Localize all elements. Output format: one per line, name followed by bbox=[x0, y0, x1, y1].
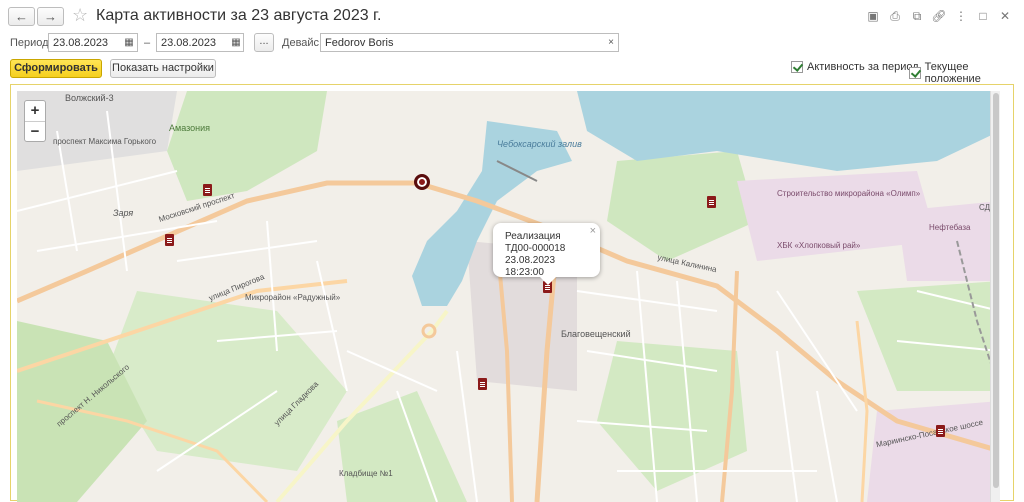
filters-row: Период: 23.08.2023 ▦ – 23.08.2023 ▦ ... … bbox=[0, 32, 1024, 54]
date-from-value: 23.08.2023 bbox=[53, 37, 109, 49]
map-tiles bbox=[17, 91, 1000, 502]
map-label: Амазония bbox=[169, 123, 210, 133]
current-position-marker-icon[interactable] bbox=[414, 174, 430, 190]
map-label: Волжский-3 bbox=[65, 93, 114, 103]
checkbox-checked-icon bbox=[791, 61, 803, 73]
device-field[interactable]: Fedorov Boris bbox=[320, 33, 619, 52]
checkbox-checked-icon bbox=[909, 67, 921, 79]
document-marker-icon[interactable] bbox=[936, 425, 945, 437]
activity-checkbox[interactable]: Активность за период bbox=[791, 61, 919, 73]
clear-icon[interactable]: × bbox=[603, 34, 619, 50]
park-area bbox=[857, 281, 1000, 391]
period-select-button[interactable]: ... bbox=[254, 33, 274, 52]
document-marker-icon[interactable] bbox=[203, 184, 212, 196]
window-toolbar: ▣ ⎙ ⧉ 🔗︎ ⋮ □ ✕ bbox=[862, 8, 1016, 24]
favorite-star-icon[interactable]: ☆ bbox=[72, 5, 88, 26]
map-frame: Волжский-3 Амазония проспект Максима Гор… bbox=[10, 84, 1014, 502]
device-label: Девайс: bbox=[282, 37, 323, 49]
calendar-icon[interactable]: ▦ bbox=[228, 34, 244, 50]
popup-doc-datetime: 23.08.2023 18:23:00 bbox=[505, 255, 556, 278]
map[interactable]: Волжский-3 Амазония проспект Максима Гор… bbox=[17, 91, 1000, 502]
date-to-value: 23.08.2023 bbox=[161, 37, 217, 49]
map-label: Микрорайон «Радужный» bbox=[245, 293, 341, 302]
forward-button[interactable]: → bbox=[37, 7, 64, 26]
zoom-in-button[interactable]: + bbox=[25, 101, 45, 121]
document-marker-icon[interactable] bbox=[707, 196, 716, 208]
back-button[interactable]: ← bbox=[8, 7, 35, 26]
map-label: Строительство микрорайона «Олимп» bbox=[777, 189, 921, 198]
period-label: Период: bbox=[10, 37, 52, 49]
activity-checkbox-label: Активность за период bbox=[807, 61, 919, 73]
secondary-road bbox=[855, 320, 869, 502]
device-value: Fedorov Boris bbox=[325, 37, 394, 49]
park-area bbox=[607, 151, 757, 261]
map-label: Благовещенский bbox=[561, 329, 631, 339]
popup-doc-number: ТД00-000018 bbox=[505, 243, 566, 254]
document-marker-icon[interactable] bbox=[478, 378, 487, 390]
period-dash: – bbox=[144, 37, 151, 49]
map-label: ХБК «Хлопковый рай» bbox=[777, 241, 861, 250]
scrollbar-thumb[interactable] bbox=[993, 93, 999, 488]
save-icon[interactable]: ▣ bbox=[862, 8, 884, 24]
link-icon[interactable]: 🔗︎ bbox=[928, 8, 950, 24]
maximize-icon[interactable]: □ bbox=[972, 8, 994, 24]
zoom-control: + − bbox=[24, 100, 46, 142]
industrial-area bbox=[897, 201, 1000, 281]
page-title: Карта активности за 23 августа 2023 г. bbox=[96, 7, 382, 24]
generate-button[interactable]: Сформировать bbox=[10, 59, 102, 78]
vertical-scrollbar[interactable] bbox=[990, 91, 1000, 502]
print-icon[interactable]: ⎙ bbox=[884, 8, 906, 24]
popup-doc-type: Реализация bbox=[505, 231, 561, 242]
map-label: проспект Максима Горького bbox=[53, 137, 157, 146]
map-label: Чебоксарский залив bbox=[497, 139, 582, 149]
map-label: Нефтебаза bbox=[929, 223, 971, 232]
river bbox=[577, 91, 1000, 171]
close-icon[interactable]: ✕ bbox=[994, 8, 1016, 24]
calendar-icon[interactable]: ▦ bbox=[121, 34, 137, 50]
document-marker-icon[interactable] bbox=[165, 234, 174, 246]
arrow-right-icon: → bbox=[44, 9, 57, 24]
park-area bbox=[167, 91, 327, 201]
arrow-left-icon: ← bbox=[15, 9, 28, 24]
current-position-checkbox-label: Текущее положение bbox=[924, 61, 981, 85]
title-bar: ← → ☆ Карта активности за 23 августа 202… bbox=[0, 0, 1024, 32]
zoom-out-button[interactable]: − bbox=[25, 121, 45, 141]
map-popup: × Реализация ТД00-000018 23.08.2023 18:2… bbox=[493, 223, 600, 285]
show-settings-button[interactable]: Показать настройки bbox=[110, 59, 216, 78]
map-label: Заря bbox=[113, 208, 134, 218]
more-icon[interactable]: ⋮ bbox=[950, 8, 972, 24]
popup-close-icon[interactable]: × bbox=[590, 225, 596, 237]
copy-icon[interactable]: ⧉ bbox=[906, 8, 928, 24]
current-position-checkbox[interactable]: Текущее положение bbox=[909, 61, 1024, 85]
map-label: Кладбище №1 bbox=[339, 469, 393, 478]
actions-row: Сформировать Показать настройки Активнос… bbox=[0, 57, 1024, 85]
